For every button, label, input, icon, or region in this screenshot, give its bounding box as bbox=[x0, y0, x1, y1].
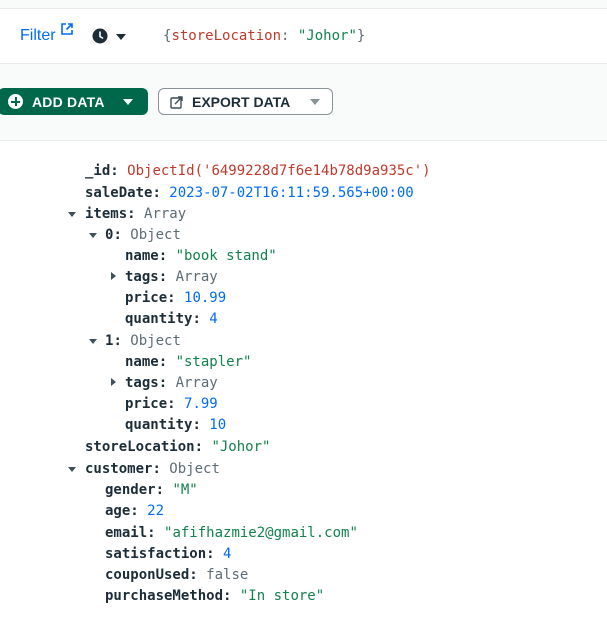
field-value: "M" bbox=[172, 482, 198, 498]
field-key: couponUsed bbox=[105, 567, 190, 583]
field-value: 4 bbox=[209, 311, 218, 327]
field-key: price bbox=[125, 396, 168, 412]
field-value: false bbox=[206, 567, 249, 583]
field-item-0-name: name: "book stand" bbox=[125, 248, 277, 264]
chevron-down-icon bbox=[116, 34, 126, 40]
field-key: name bbox=[125, 248, 159, 264]
field-type: Array bbox=[175, 375, 218, 391]
field-item-1: 1: Object bbox=[105, 333, 181, 349]
add-data-label: ADD DATA bbox=[32, 94, 105, 110]
query-key: storeLocation bbox=[171, 28, 282, 44]
field-key: _id bbox=[85, 163, 111, 179]
field-customer-gender: gender: "M" bbox=[105, 482, 198, 498]
field-value: 2023-07-02T16:11:59.565+00:00 bbox=[169, 185, 414, 201]
field-customer-age: age: 22 bbox=[105, 503, 165, 519]
chevron-down-icon bbox=[310, 99, 320, 105]
field-type: Object bbox=[169, 461, 220, 477]
export-icon bbox=[170, 96, 183, 109]
field-key: satisfaction bbox=[105, 546, 207, 562]
field-item-1-name: name: "stapler" bbox=[125, 354, 252, 370]
field-value: "book stand" bbox=[175, 248, 277, 264]
field-key: name bbox=[125, 354, 159, 370]
field-key: quantity bbox=[125, 417, 193, 433]
document-card: _id: ObjectId('6499228d7f6e14b78d9a935c'… bbox=[0, 140, 607, 626]
filter-bar: Filter {storeLocation: "Johor"} bbox=[0, 8, 607, 64]
query-history-button[interactable] bbox=[92, 27, 130, 47]
field-items: items: Array bbox=[85, 206, 187, 222]
field-item-0-price: price: 10.99 bbox=[125, 290, 227, 306]
expand-item-1-tags-icon[interactable] bbox=[111, 378, 116, 386]
query-input[interactable]: {storeLocation: "Johor"} bbox=[163, 28, 365, 44]
field-value: 4 bbox=[223, 546, 232, 562]
field-key: gender bbox=[105, 482, 156, 498]
export-data-label: EXPORT DATA bbox=[192, 94, 291, 110]
field-key: tags bbox=[125, 269, 159, 285]
field-item-1-price: price: 7.99 bbox=[125, 396, 218, 412]
field-value: "In store" bbox=[239, 588, 325, 604]
field-type: Object bbox=[130, 333, 181, 349]
field-item-0: 0: Object bbox=[105, 227, 181, 243]
field-customer-purchasemethod: purchaseMethod: "In store" bbox=[105, 588, 325, 604]
field-item-0-tags: tags: Array bbox=[125, 269, 218, 285]
field-storelocation: storeLocation: "Johor" bbox=[85, 439, 271, 455]
field-id: _id: ObjectId('6499228d7f6e14b78d9a935c'… bbox=[85, 163, 431, 179]
expand-item-0-icon[interactable] bbox=[89, 233, 97, 238]
field-customer: customer: Object bbox=[85, 461, 220, 477]
field-type: Array bbox=[175, 269, 218, 285]
field-type: Array bbox=[144, 206, 187, 222]
filter-link[interactable]: Filter bbox=[20, 27, 56, 45]
field-item-0-quantity: quantity: 4 bbox=[125, 311, 218, 327]
clock-icon bbox=[92, 28, 108, 44]
field-item-1-quantity: quantity: 10 bbox=[125, 417, 227, 433]
expand-item-0-tags-icon[interactable] bbox=[111, 272, 116, 280]
field-key: customer bbox=[85, 461, 153, 477]
field-customer-couponused: couponUsed: false bbox=[105, 567, 249, 583]
field-customer-email: email: "afifhazmie2@gmail.com" bbox=[105, 525, 358, 541]
field-item-1-tags: tags: Array bbox=[125, 375, 218, 391]
field-key: items bbox=[85, 206, 128, 222]
field-key: saleDate bbox=[85, 185, 153, 201]
query-colon: : bbox=[281, 28, 298, 44]
field-type: Object bbox=[130, 227, 181, 243]
field-key: age bbox=[105, 503, 131, 519]
field-value: 7.99 bbox=[184, 396, 218, 412]
chevron-down-icon bbox=[123, 99, 133, 105]
field-key: price bbox=[125, 290, 168, 306]
field-value: "Johor" bbox=[211, 439, 271, 455]
plus-circle-icon bbox=[8, 94, 23, 109]
external-link-icon[interactable] bbox=[61, 23, 73, 35]
expand-item-1-icon[interactable] bbox=[89, 339, 97, 344]
field-value: 10 bbox=[209, 417, 227, 433]
field-value: ObjectId('6499228d7f6e14b78d9a935c') bbox=[127, 163, 431, 179]
expand-items-icon[interactable] bbox=[68, 212, 76, 217]
field-value: "afifhazmie2@gmail.com" bbox=[164, 525, 358, 541]
export-data-button[interactable]: EXPORT DATA bbox=[158, 88, 333, 115]
field-value: "stapler" bbox=[175, 354, 252, 370]
field-value: 10.99 bbox=[184, 290, 227, 306]
field-key: email bbox=[105, 525, 148, 541]
field-key: quantity bbox=[125, 311, 193, 327]
field-key: storeLocation bbox=[85, 439, 195, 455]
expand-customer-icon[interactable] bbox=[68, 467, 76, 472]
toolbar: ADD DATA EXPORT DATA bbox=[0, 88, 607, 118]
field-key: tags bbox=[125, 375, 159, 391]
field-key: purchaseMethod bbox=[105, 588, 224, 604]
add-data-button[interactable]: ADD DATA bbox=[0, 88, 148, 115]
field-customer-satisfaction: satisfaction: 4 bbox=[105, 546, 232, 562]
query-value: "Johor" bbox=[297, 28, 357, 44]
field-value: 22 bbox=[147, 503, 165, 519]
field-saledate: saleDate: 2023-07-02T16:11:59.565+00:00 bbox=[85, 185, 414, 201]
query-close-brace: } bbox=[356, 28, 366, 44]
